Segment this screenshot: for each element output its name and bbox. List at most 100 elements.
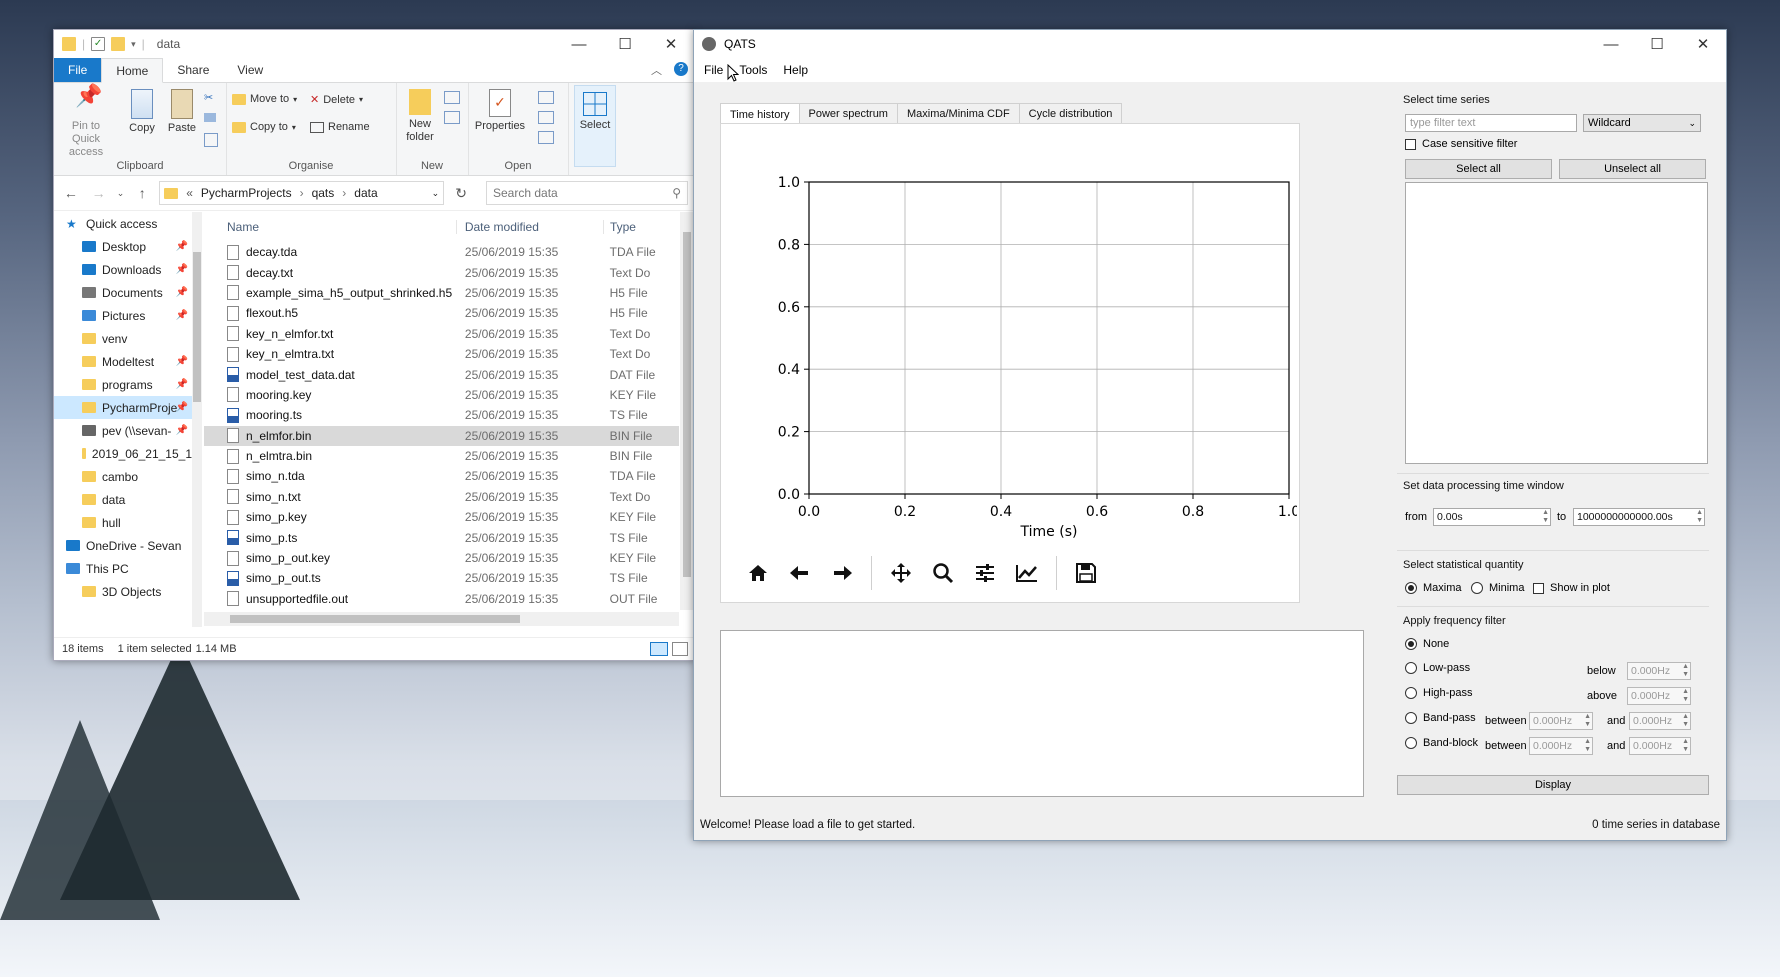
file-row[interactable]: simo_n.txt 25/06/2019 15:35 Text Do bbox=[204, 487, 679, 507]
open-icon[interactable] bbox=[538, 91, 554, 104]
file-row[interactable]: example_sima_h5_output_shrinked.h5 25/06/… bbox=[204, 283, 679, 303]
forward-icon[interactable] bbox=[821, 557, 863, 589]
file-row[interactable]: simo_n.tda 25/06/2019 15:35 TDA File bbox=[204, 466, 679, 486]
file-row[interactable]: flexout.h5 25/06/2019 15:35 H5 File bbox=[204, 303, 679, 323]
show-in-plot-checkbox[interactable]: Show in plot bbox=[1533, 582, 1610, 594]
bandpass-low-input[interactable]: 0.000Hz ▲ ▼ bbox=[1529, 712, 1593, 730]
save-icon[interactable] bbox=[1065, 557, 1107, 589]
nav-item[interactable]: OneDrive - Sevan bbox=[54, 534, 192, 557]
column-name[interactable]: Name bbox=[204, 220, 456, 234]
cut-icon[interactable]: ✂ bbox=[204, 91, 213, 104]
file-row[interactable]: simo_p_out.ts 25/06/2019 15:35 TS File bbox=[204, 568, 679, 588]
nav-item[interactable]: programs 📌 bbox=[54, 373, 192, 396]
properties-button[interactable]: ✓ Properties bbox=[472, 89, 528, 133]
series-list[interactable] bbox=[1405, 182, 1708, 464]
refresh-icon[interactable]: ↻ bbox=[450, 185, 472, 202]
details-view-icon[interactable] bbox=[650, 642, 668, 656]
maxima-radio[interactable]: Maxima bbox=[1405, 582, 1462, 594]
copy-to-button[interactable]: Copy to ▾ bbox=[232, 121, 296, 133]
case-sensitive-checkbox[interactable]: Case sensitive filter bbox=[1405, 138, 1517, 150]
tab-cycle-distribution[interactable]: Cycle distribution bbox=[1019, 103, 1123, 125]
large-icons-view-icon[interactable] bbox=[672, 642, 688, 656]
file-row[interactable]: n_elmtra.bin 25/06/2019 15:35 BIN File bbox=[204, 446, 679, 466]
nav-item[interactable]: hull bbox=[54, 511, 192, 534]
tab-maxima-minima-cdf[interactable]: Maxima/Minima CDF bbox=[897, 103, 1020, 125]
configure-subplots-icon[interactable] bbox=[964, 557, 1006, 589]
pan-icon[interactable] bbox=[880, 557, 922, 589]
edit-axis-icon[interactable] bbox=[1006, 557, 1048, 589]
breadcrumb-item[interactable]: PycharmProjects bbox=[201, 186, 292, 200]
rename-button[interactable]: Rename bbox=[310, 121, 370, 133]
file-row[interactable]: simo_p.key 25/06/2019 15:35 KEY File bbox=[204, 507, 679, 527]
properties-quick-icon[interactable]: ✓ bbox=[91, 37, 106, 51]
minimize-button[interactable]: — bbox=[556, 30, 602, 58]
edit-icon[interactable] bbox=[538, 111, 554, 124]
close-button[interactable]: ✕ bbox=[1680, 30, 1726, 58]
info-textbox[interactable] bbox=[720, 630, 1364, 797]
filter-bandpass-radio[interactable]: Band-pass bbox=[1405, 712, 1476, 724]
file-row[interactable]: key_n_elmfor.txt 25/06/2019 15:35 Text Do bbox=[204, 324, 679, 344]
nav-item[interactable]: cambo bbox=[54, 465, 192, 488]
new-item-icon[interactable] bbox=[444, 91, 460, 104]
help-icon[interactable]: ? bbox=[674, 62, 688, 76]
nav-item[interactable]: PycharmProje 📌 bbox=[54, 396, 192, 419]
highpass-freq-input[interactable]: 0.000Hz ▲ ▼ bbox=[1627, 687, 1691, 705]
address-dropdown-icon[interactable]: ⌄ bbox=[432, 188, 444, 199]
address-bar[interactable]: « PycharmProjects › qats › data ⌄ bbox=[159, 181, 445, 205]
home-icon[interactable] bbox=[737, 557, 779, 589]
close-button[interactable]: ✕ bbox=[648, 30, 694, 58]
from-time-input[interactable]: 0.00s ▲ ▼ bbox=[1433, 508, 1551, 526]
file-row[interactable]: simo_p.ts 25/06/2019 15:35 TS File bbox=[204, 527, 679, 547]
nav-item[interactable]: This PC bbox=[54, 557, 192, 580]
file-row[interactable]: mooring.key 25/06/2019 15:35 KEY File bbox=[204, 385, 679, 405]
file-list-hscrollbar[interactable] bbox=[204, 612, 679, 626]
column-date[interactable]: Date modified bbox=[455, 220, 603, 234]
lowpass-freq-input[interactable]: 0.000Hz ▲ ▼ bbox=[1627, 662, 1691, 680]
up-arrow-icon[interactable]: ↑ bbox=[131, 185, 153, 201]
nav-item[interactable]: 3D Objects bbox=[54, 580, 192, 603]
nav-item[interactable]: Documents 📌 bbox=[54, 281, 192, 304]
pin-quick-access-button[interactable]: 📌 Pin to Quick access bbox=[58, 85, 114, 159]
breadcrumb-item[interactable]: data bbox=[354, 186, 377, 200]
maximize-button[interactable]: ☐ bbox=[602, 30, 648, 58]
tab-home[interactable]: Home bbox=[101, 58, 164, 83]
new-folder-button[interactable]: New folder bbox=[400, 89, 440, 144]
file-row[interactable]: decay.tda 25/06/2019 15:35 TDA File bbox=[204, 242, 679, 262]
tab-view[interactable]: View bbox=[223, 58, 277, 82]
nav-item[interactable]: ★ Quick access bbox=[54, 212, 192, 235]
filter-bandblock-radio[interactable]: Band-block bbox=[1405, 737, 1478, 749]
select-button[interactable]: Select bbox=[574, 85, 616, 167]
maximize-button[interactable]: ☐ bbox=[1634, 30, 1680, 58]
bandpass-high-input[interactable]: 0.000Hz ▲ ▼ bbox=[1629, 712, 1691, 730]
menu-help[interactable]: Help bbox=[775, 63, 816, 77]
tab-power-spectrum[interactable]: Power spectrum bbox=[799, 103, 898, 125]
column-type[interactable]: Type bbox=[602, 220, 679, 234]
nav-item[interactable]: Pictures 📌 bbox=[54, 304, 192, 327]
minimize-button[interactable]: — bbox=[1588, 30, 1634, 58]
collapse-ribbon-icon[interactable]: ︿ bbox=[651, 62, 662, 78]
breadcrumb-item[interactable]: qats bbox=[312, 186, 335, 200]
nav-item[interactable]: Desktop 📌 bbox=[54, 235, 192, 258]
tab-share[interactable]: Share bbox=[163, 58, 223, 82]
recent-locations-icon[interactable]: ⌄ bbox=[116, 188, 126, 199]
move-to-button[interactable]: Move to ▾ bbox=[232, 93, 297, 105]
filter-input[interactable]: type filter text bbox=[1405, 114, 1577, 132]
unselect-all-button[interactable]: Unselect all bbox=[1559, 159, 1706, 179]
file-row[interactable]: simo_p_out.key 25/06/2019 15:35 KEY File bbox=[204, 548, 679, 568]
filter-mode-select[interactable]: Wildcard ⌄ bbox=[1583, 114, 1701, 132]
nav-item[interactable]: pev (\\sevan- 📌 bbox=[54, 419, 192, 442]
back-icon[interactable] bbox=[779, 557, 821, 589]
nav-item[interactable]: Modeltest 📌 bbox=[54, 350, 192, 373]
back-arrow-icon[interactable]: ← bbox=[60, 185, 82, 201]
paste-button[interactable]: Paste bbox=[164, 89, 200, 135]
nav-item[interactable]: 2019_06_21_15_1 bbox=[54, 442, 192, 465]
select-all-button[interactable]: Select all bbox=[1405, 159, 1552, 179]
copy-path-icon[interactable] bbox=[204, 113, 216, 122]
nav-item[interactable]: Downloads 📌 bbox=[54, 258, 192, 281]
minima-radio[interactable]: Minima bbox=[1471, 582, 1524, 594]
filter-lowpass-radio[interactable]: Low-pass bbox=[1405, 662, 1470, 674]
forward-arrow-icon[interactable]: → bbox=[88, 185, 110, 201]
customize-toolbar-icon[interactable]: ▾ bbox=[131, 39, 136, 50]
copy-button[interactable]: Copy bbox=[124, 89, 160, 135]
easy-access-icon[interactable] bbox=[444, 111, 460, 124]
